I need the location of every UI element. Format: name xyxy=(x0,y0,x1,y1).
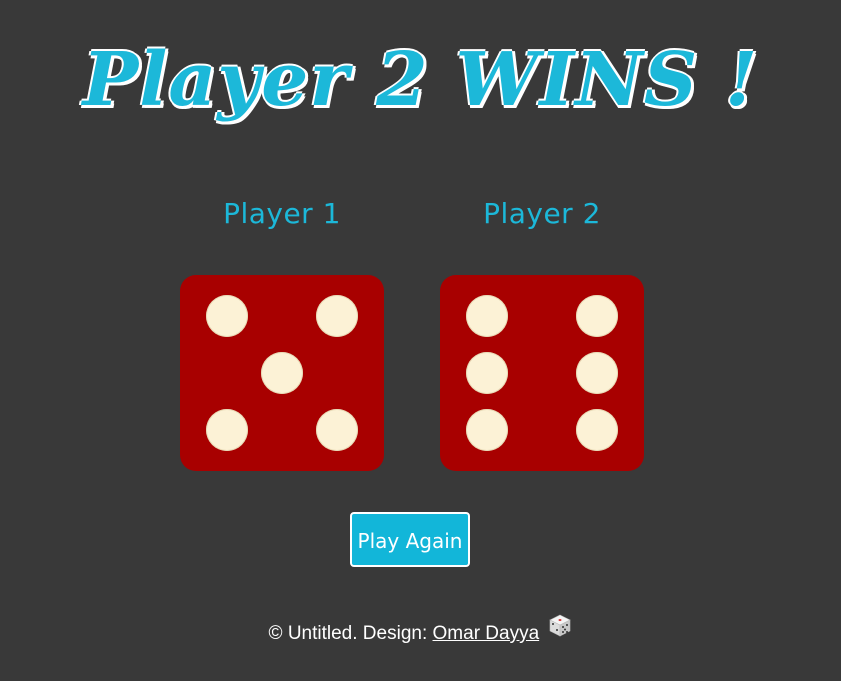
footer-copyright: © Untitled. Design: xyxy=(268,623,433,644)
die-pip xyxy=(261,352,303,394)
die-pip xyxy=(576,295,619,338)
game-page: Player 2 WINS ! Player 1 Player 2 Play A… xyxy=(0,0,841,681)
die-pip xyxy=(205,295,248,338)
footer: © Untitled. Design: Omar Dayya xyxy=(0,615,841,650)
die-pip xyxy=(576,352,619,394)
play-again-button[interactable]: Play Again xyxy=(350,512,470,567)
player-1-label: Player 1 xyxy=(223,197,341,230)
die-pip xyxy=(316,408,359,451)
die-pip xyxy=(205,408,248,451)
die-pip xyxy=(316,295,359,338)
designer-link[interactable]: Omar Dayya xyxy=(433,623,540,644)
result-title: Player 2 WINS ! xyxy=(82,37,759,123)
die-pip xyxy=(465,408,508,451)
player-2-die xyxy=(440,275,644,471)
player-1-die xyxy=(180,275,384,471)
die-pip xyxy=(465,295,508,338)
player-2-label: Player 2 xyxy=(483,197,601,230)
die-pip xyxy=(576,408,619,451)
dice-icon xyxy=(548,613,572,648)
die-pip xyxy=(465,352,508,394)
